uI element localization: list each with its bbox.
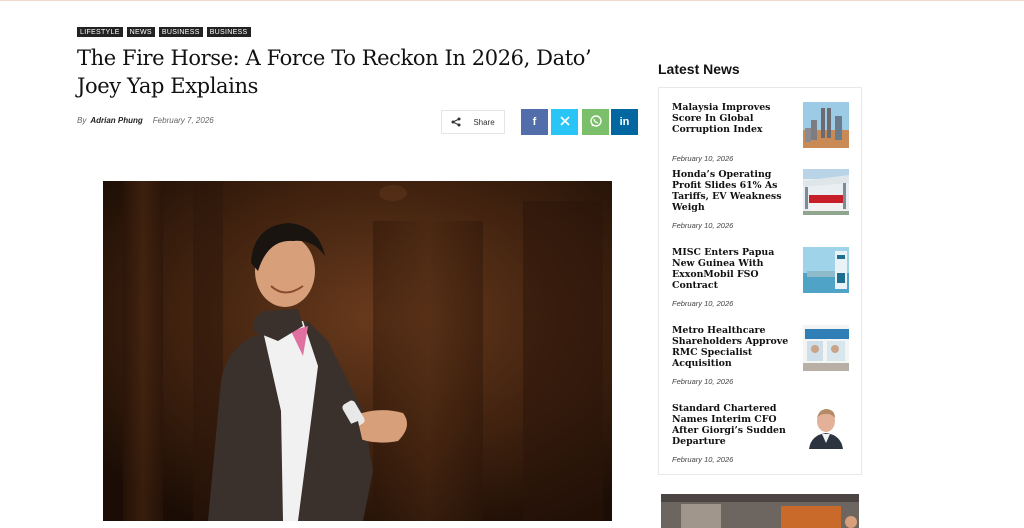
article-title: The Fire Horse: A Force To Reckon In 202… <box>77 46 592 98</box>
news-title[interactable]: Metro Healthcare Shareholders Approve RM… <box>672 325 796 369</box>
latest-news-heading: Latest News <box>658 61 740 77</box>
news-title[interactable]: MISC Enters Papua New Guinea With ExxonM… <box>672 247 796 291</box>
hero-image <box>103 181 612 521</box>
city-skyline-image[interactable] <box>803 102 849 148</box>
facebook-icon: f <box>532 116 537 128</box>
latest-news-list: Malaysia Improves Score In Global Corrup… <box>658 87 862 475</box>
x-share-button[interactable] <box>551 109 578 135</box>
tag-lifestyle[interactable]: LIFESTYLE <box>77 27 123 37</box>
share-icon <box>451 117 461 127</box>
whatsapp-share-button[interactable] <box>582 109 609 135</box>
news-date: February 10, 2026 <box>672 377 734 386</box>
news-date: February 10, 2026 <box>672 299 734 308</box>
publish-date: February 7, 2026 <box>152 116 214 125</box>
facebook-share-button[interactable]: f <box>521 109 548 135</box>
share-label: Share <box>473 117 495 127</box>
news-date: February 10, 2026 <box>672 221 734 230</box>
tag-business[interactable]: BUSINESS <box>158 27 203 37</box>
top-border <box>0 0 1024 1</box>
news-title[interactable]: Malaysia Improves Score In Global Corrup… <box>672 102 796 135</box>
article-meta: By Adrian Phung February 7, 2026 <box>77 116 214 125</box>
category-tags: LIFESTYLE NEWS BUSINESS BUSINESS <box>77 27 251 37</box>
news-title[interactable]: Honda’s Operating Profit Slides 61% As T… <box>672 169 796 213</box>
share-button[interactable]: Share <box>441 110 505 134</box>
linkedin-share-button[interactable]: in <box>611 109 638 135</box>
executive-portrait-image[interactable] <box>803 403 849 449</box>
featured-image[interactable] <box>661 494 859 528</box>
clinic-storefront-image[interactable] <box>803 325 849 371</box>
news-date: February 10, 2026 <box>672 455 734 464</box>
by-label: By <box>77 116 87 125</box>
author-link[interactable]: Adrian Phung <box>90 116 142 125</box>
news-title[interactable]: Standard Chartered Names Interim CFO Aft… <box>672 403 796 447</box>
honda-dealership-image[interactable] <box>803 169 849 215</box>
linkedin-icon: in <box>619 116 630 128</box>
tag-news[interactable]: NEWS <box>126 27 155 37</box>
whatsapp-icon <box>589 114 603 131</box>
fso-vessel-image[interactable] <box>803 247 849 293</box>
news-date: February 10, 2026 <box>672 154 734 163</box>
tag-business-2[interactable]: BUSINESS <box>206 27 251 37</box>
x-icon <box>559 115 570 129</box>
